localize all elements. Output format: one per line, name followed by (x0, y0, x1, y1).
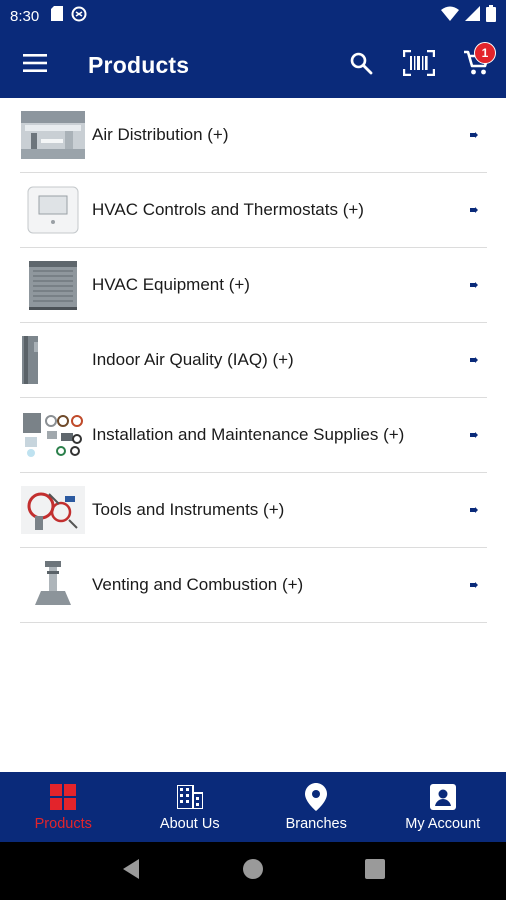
search-button[interactable] (332, 32, 390, 98)
thermostat-thumbnail (20, 184, 86, 236)
condenser-unit-thumbnail (20, 259, 86, 311)
category-row-hvac-equipment[interactable]: HVAC Equipment (+) (20, 248, 487, 323)
page-title: Products (88, 51, 190, 78)
nav-tab-about-us[interactable]: About Us (127, 772, 254, 842)
category-list: Air Distribution (+) HVAC Controls and T… (20, 98, 487, 623)
search-icon (349, 51, 373, 80)
menu-button[interactable] (0, 32, 70, 98)
category-row-indoor-air-quality[interactable]: Indoor Air Quality (IAQ) (+) (20, 323, 487, 398)
chevron-right-icon (461, 582, 487, 588)
category-label: HVAC Controls and Thermostats (+) (92, 200, 364, 219)
cart-count-badge: 1 (474, 42, 496, 64)
app-bar: Products 1 (0, 32, 506, 98)
supplies-thumbnail (20, 409, 86, 461)
nav-tab-products[interactable]: Products (0, 772, 127, 842)
category-label: Air Distribution (+) (92, 125, 229, 144)
grid-icon (50, 782, 77, 812)
category-label: Tools and Instruments (+) (92, 500, 285, 519)
sd-card-icon (51, 6, 64, 26)
nav-tab-branches[interactable]: Branches (253, 772, 380, 842)
category-label: Indoor Air Quality (IAQ) (+) (92, 350, 294, 369)
category-row-venting-combustion[interactable]: Venting and Combustion (+) (20, 548, 487, 623)
nav-label: Products (34, 816, 92, 832)
bottom-navigation: Products About Us Branches My Account (0, 772, 506, 842)
barcode-scan-button[interactable] (390, 32, 448, 98)
hamburger-menu-icon (23, 53, 47, 77)
location-pin-icon (305, 782, 328, 812)
chevron-right-icon (461, 507, 487, 513)
category-row-installation-supplies[interactable]: Installation and Maintenance Supplies (+… (20, 398, 487, 473)
wifi-icon (441, 6, 459, 26)
building-icon (176, 782, 203, 812)
status-time: 8:30 (10, 7, 40, 25)
vent-pipe-thumbnail (20, 559, 86, 611)
battery-icon (486, 5, 496, 27)
chevron-right-icon (461, 207, 487, 213)
cart-button[interactable]: 1 (448, 32, 506, 98)
chevron-right-icon (461, 357, 487, 363)
chevron-right-icon (461, 282, 487, 288)
recents-icon[interactable] (365, 858, 386, 884)
tools-thumbnail (20, 484, 86, 536)
system-navigation-bar (0, 842, 506, 900)
nav-label: About Us (159, 816, 220, 832)
account-icon (429, 782, 456, 812)
barcode-scanner-icon (402, 49, 436, 81)
nav-label: Branches (285, 816, 347, 832)
air-distribution-thumbnail (20, 109, 86, 161)
category-label: HVAC Equipment (+) (92, 275, 250, 294)
category-label: Installation and Maintenance Supplies (+… (92, 425, 405, 444)
back-icon[interactable] (121, 858, 141, 885)
category-label: Venting and Combustion (+) (92, 575, 304, 594)
status-bar: 8:30 (0, 0, 506, 32)
data-saver-icon (71, 6, 87, 27)
air-cleaner-thumbnail (20, 334, 86, 386)
chevron-right-icon (461, 132, 487, 138)
nav-tab-my-account[interactable]: My Account (380, 772, 506, 842)
chevron-right-icon (461, 432, 487, 438)
category-row-air-distribution[interactable]: Air Distribution (+) (20, 98, 487, 173)
nav-label: My Account (405, 816, 481, 832)
home-icon[interactable] (242, 858, 264, 885)
cell-signal-icon (465, 6, 480, 26)
category-row-hvac-controls[interactable]: HVAC Controls and Thermostats (+) (20, 173, 487, 248)
category-row-tools-instruments[interactable]: Tools and Instruments (+) (20, 473, 487, 548)
